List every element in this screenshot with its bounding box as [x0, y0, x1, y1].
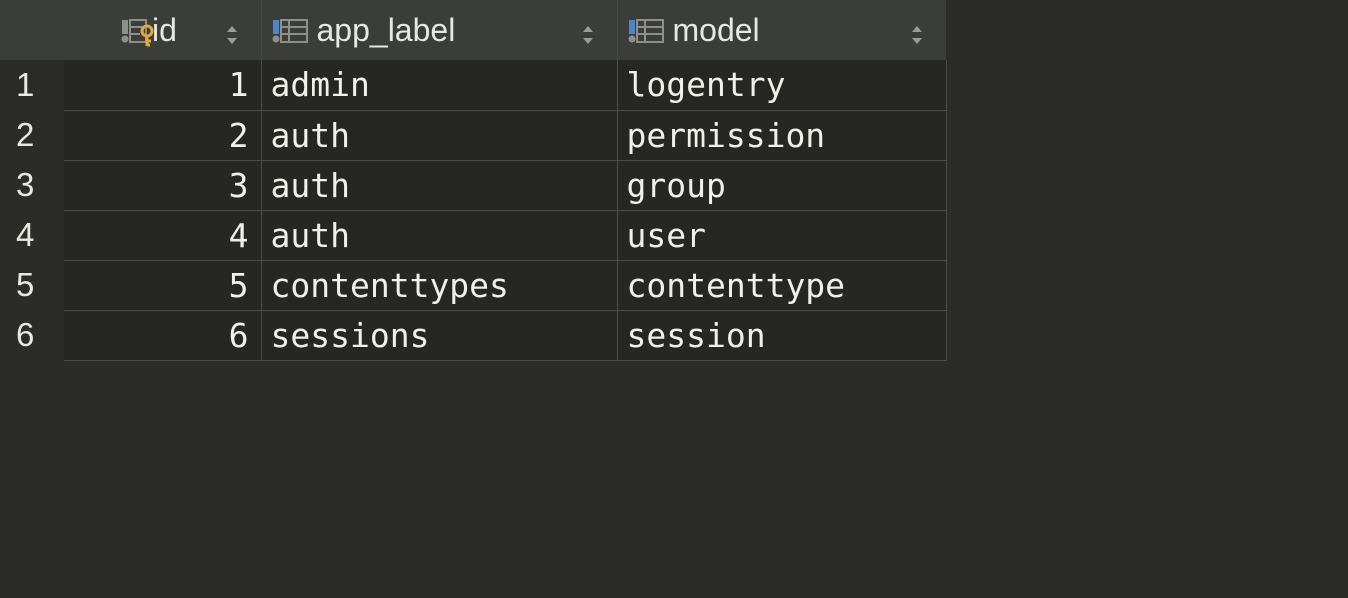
- cell-app-label[interactable]: admin: [261, 60, 618, 111]
- column-icon: [271, 10, 311, 50]
- column-icon: [627, 10, 667, 50]
- table-row[interactable]: 1 1 admin logentry: [0, 60, 947, 111]
- cell-model[interactable]: permission: [617, 110, 947, 161]
- sort-arrows-icon[interactable]: [581, 18, 595, 44]
- table-row[interactable]: 5 5 contenttypes contenttype: [0, 260, 947, 311]
- column-name-app-label: app_label: [316, 11, 456, 48]
- cell-model[interactable]: user: [617, 210, 947, 261]
- row-number[interactable]: 1: [0, 60, 64, 110]
- column-header-model[interactable]: model: [617, 0, 946, 60]
- cell-app-label[interactable]: auth: [261, 160, 618, 211]
- cell-app-label[interactable]: auth: [261, 210, 618, 261]
- cell-model[interactable]: group: [617, 160, 947, 211]
- column-name-model: model: [672, 11, 760, 48]
- result-grid: id app_label model 1 1 admin logentry 2 …: [0, 0, 947, 361]
- table-row[interactable]: 6 6 sessions session: [0, 310, 947, 361]
- cell-id[interactable]: 2: [64, 110, 262, 161]
- table-row[interactable]: 3 3 auth group: [0, 160, 947, 211]
- cell-id[interactable]: 4: [64, 210, 262, 261]
- cell-model[interactable]: logentry: [617, 60, 947, 111]
- row-number-header: [0, 0, 64, 60]
- header-row: id app_label model: [0, 0, 946, 60]
- row-number[interactable]: 2: [0, 110, 64, 160]
- cell-model[interactable]: contenttype: [617, 260, 947, 311]
- sort-arrows-icon[interactable]: [225, 18, 239, 44]
- cell-id[interactable]: 6: [64, 310, 262, 361]
- cell-id[interactable]: 3: [64, 160, 262, 211]
- cell-id[interactable]: 5: [64, 260, 262, 311]
- row-number[interactable]: 6: [0, 310, 64, 360]
- table-row[interactable]: 4 4 auth user: [0, 210, 947, 261]
- column-header-app-label[interactable]: app_label: [261, 0, 618, 60]
- cell-app-label[interactable]: contenttypes: [261, 260, 618, 311]
- table-row[interactable]: 2 2 auth permission: [0, 110, 947, 161]
- column-name-id: id: [152, 11, 177, 48]
- sort-arrows-icon[interactable]: [910, 18, 924, 44]
- row-number[interactable]: 5: [0, 260, 64, 310]
- row-number[interactable]: 4: [0, 210, 64, 260]
- cell-app-label[interactable]: sessions: [261, 310, 618, 361]
- cell-model[interactable]: session: [617, 310, 947, 361]
- row-number[interactable]: 3: [0, 160, 64, 210]
- column-header-id[interactable]: id: [64, 0, 262, 60]
- cell-app-label[interactable]: auth: [261, 110, 618, 161]
- cell-id[interactable]: 1: [64, 60, 262, 111]
